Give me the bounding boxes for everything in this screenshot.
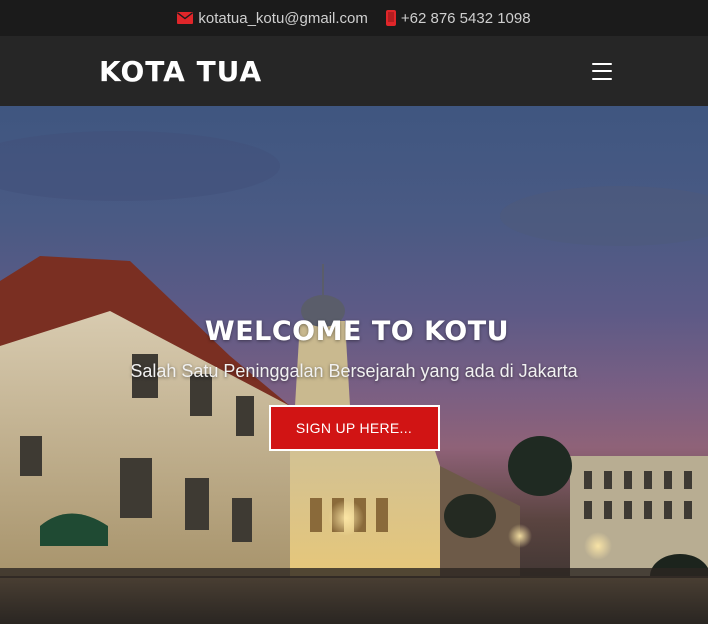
sign-up-button[interactable]: SIGN UP HERE... [268,405,440,451]
hero-title: WELCOME TO KOTU [204,316,510,347]
brand-logo[interactable]: KOTA TUA [99,55,262,88]
hero-section: WELCOME TO KOTU Salah Satu Peninggalan B… [0,106,708,624]
hero-subtitle: Salah Satu Peninggalan Bersejarah yang a… [130,361,578,381]
hamburger-menu-icon[interactable] [592,62,612,80]
email-text[interactable]: kotatua_kotu@gmail.com [198,10,367,27]
email-contact[interactable]: kotatua_kotu@gmail.com [177,10,368,27]
main-navbar: KOTA TUA [0,36,708,106]
top-contact-bar: kotatua_kotu@gmail.com +62 876 5432 1098 [0,0,708,36]
hero-content: WELCOME TO KOTU Salah Satu Peninggalan B… [0,316,708,451]
phone-text[interactable]: +62 876 5432 1098 [401,10,531,27]
mobile-phone-icon [385,10,396,26]
envelope-icon [177,12,194,24]
phone-contact[interactable]: +62 876 5432 1098 [385,10,531,27]
